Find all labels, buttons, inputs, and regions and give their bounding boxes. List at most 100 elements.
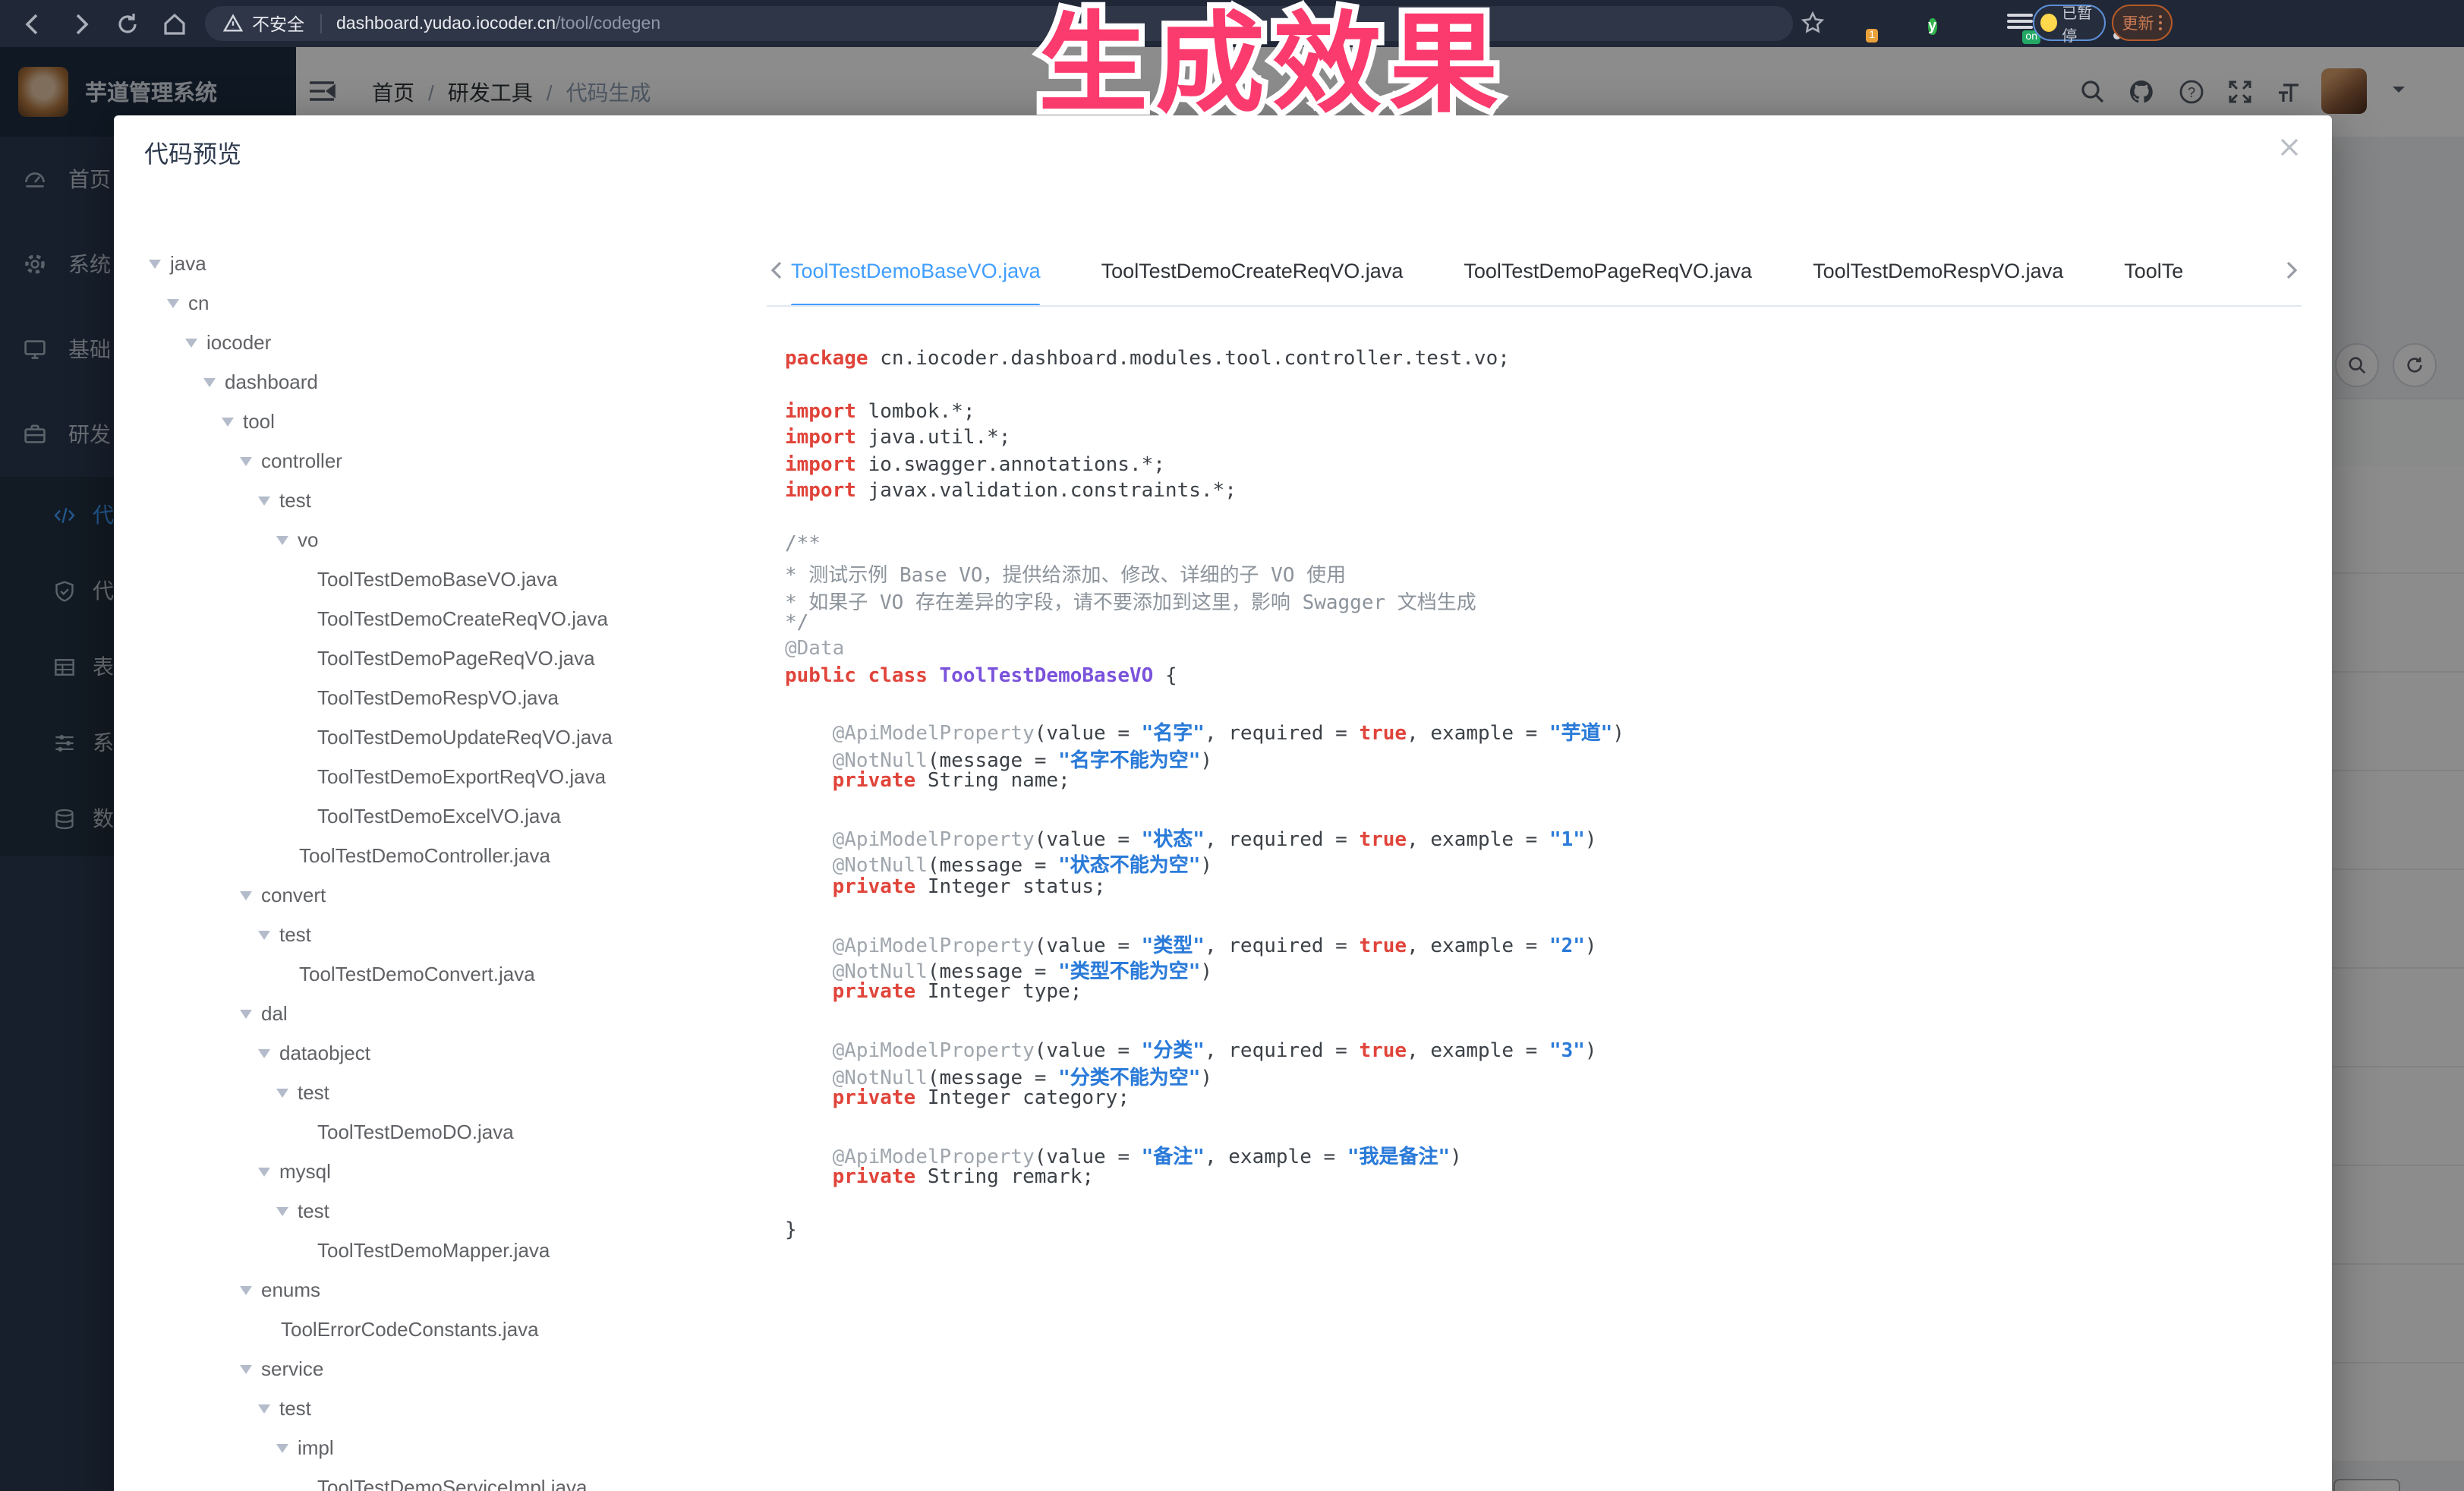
caret-down-icon[interactable] [240, 456, 252, 471]
tree-folder[interactable]: test [144, 1190, 739, 1230]
reload-icon[interactable] [114, 10, 141, 37]
tree-folder[interactable]: mysql [144, 1151, 739, 1190]
home-icon[interactable] [161, 10, 188, 37]
forward-icon[interactable] [67, 10, 94, 37]
tree-folder[interactable]: service [144, 1348, 739, 1388]
caret-down-icon[interactable] [258, 496, 270, 511]
tree-file[interactable]: ToolTestDemoPageReqVO.java [144, 638, 739, 677]
address-bar[interactable]: 不安全 dashboard.yudao.iocoder.cn/tool/code… [205, 6, 1793, 41]
tree-node-label: test [298, 1199, 329, 1221]
code-line: import java.util.*; [785, 427, 2288, 453]
tree-folder[interactable]: test [144, 914, 739, 954]
tree-node-label: ToolTestDemoRespVO.java [317, 686, 559, 708]
code-line: @ApiModelProperty(value = "状态", required… [785, 823, 2288, 850]
paused-extension-badge[interactable]: 已暂停 [2033, 5, 2106, 41]
security-label[interactable]: 不安全 [252, 11, 304, 36]
caret-down-icon[interactable] [258, 1167, 270, 1182]
code-line [785, 1193, 2288, 1219]
browser-update-button[interactable]: 更新 [2112, 5, 2173, 41]
code-line: * 如果子 VO 存在差异的字段，请不要添加到这里，影响 Swagger 文档生… [785, 585, 2288, 612]
file-tab[interactable]: ToolTestDemoCreateReqVO.java [1101, 243, 1404, 307]
tree-file[interactable]: ToolTestDemoCreateReqVO.java [144, 598, 739, 638]
tree-folder[interactable]: cn [144, 282, 739, 322]
tree-node-label: controller [261, 449, 342, 471]
tree-file[interactable]: ToolTestDemoConvert.java [144, 954, 739, 993]
caret-down-icon[interactable] [222, 417, 234, 432]
code-viewer[interactable]: package cn.iocoder.dashboard.modules.too… [785, 348, 2288, 1491]
tree-node-label: ToolTestDemoConvert.java [299, 962, 535, 985]
caret-down-icon[interactable] [203, 377, 216, 392]
app-page: 芋道管理系统 首页/研发工具/代码生成 ? 首页系统基础研发 代代表系数 [0, 47, 2464, 1491]
tree-folder[interactable]: convert [144, 875, 739, 914]
tree-file[interactable]: ToolTestDemoRespVO.java [144, 677, 739, 717]
extension-diamond-icon[interactable] [1969, 11, 1995, 36]
caret-down-icon[interactable] [276, 1206, 288, 1221]
code-line: @NotNull(message = "类型不能为空") [785, 955, 2288, 982]
tabs-bottom-border [767, 305, 2302, 307]
code-line: import io.swagger.annotations.*; [785, 453, 2288, 480]
tree-folder[interactable]: vo [144, 519, 739, 559]
tree-file[interactable]: ToolTestDemoUpdateReqVO.java [144, 717, 739, 756]
tree-folder[interactable]: impl [144, 1427, 739, 1467]
caret-down-icon[interactable] [240, 1364, 252, 1379]
back-icon[interactable] [20, 10, 47, 37]
extensions-puzzle-icon[interactable] [1993, 11, 2019, 36]
extension-drop-icon[interactable] [1887, 11, 1913, 36]
tree-file[interactable]: ToolTestDemoMapper.java [144, 1230, 739, 1269]
tree-folder[interactable]: java [144, 243, 739, 282]
tree-folder[interactable]: test [144, 480, 739, 519]
tree-file[interactable]: ToolTestDemoExcelVO.java [144, 796, 739, 835]
tree-folder[interactable]: tool [144, 401, 739, 440]
caret-down-icon[interactable] [167, 298, 179, 314]
tabs-scroll-right-icon[interactable] [2280, 260, 2302, 281]
caret-down-icon[interactable] [240, 1285, 252, 1300]
caret-down-icon[interactable] [258, 1048, 270, 1064]
tree-node-label: enums [261, 1278, 320, 1300]
close-icon[interactable] [2277, 135, 2302, 159]
file-tab[interactable]: ToolTestDemoBaseVO.java [791, 243, 1041, 307]
tree-folder[interactable]: dashboard [144, 361, 739, 401]
tree-file[interactable]: ToolTestDemoBaseVO.java [144, 559, 739, 598]
tree-folder[interactable]: iocoder [144, 322, 739, 361]
caret-down-icon[interactable] [185, 338, 197, 353]
caret-down-icon[interactable] [276, 535, 288, 550]
tabs-scroll-left-icon[interactable] [767, 260, 788, 281]
extension-orange-icon[interactable]: 1 [1846, 11, 1872, 36]
file-tab[interactable]: ToolTestDemoPageReqVO.java [1464, 243, 1752, 307]
tree-file[interactable]: ToolTestDemoExportReqVO.java [144, 756, 739, 796]
file-tab[interactable]: ToolTe [2124, 243, 2183, 307]
tree-file[interactable]: ToolTestDemoServiceImpl.java [144, 1467, 739, 1491]
tree-file[interactable]: ToolErrorCodeConstants.java [144, 1309, 739, 1348]
tree-folder[interactable]: dal [144, 993, 739, 1032]
caret-down-icon[interactable] [149, 259, 161, 274]
tree-file[interactable]: ToolTestDemoController.java [144, 835, 739, 875]
tree-node-label: ToolTestDemoDO.java [317, 1120, 514, 1143]
tree-file[interactable]: ToolTestDemoDO.java [144, 1111, 739, 1151]
tree-node-label: ToolTestDemoController.java [299, 843, 550, 866]
tree-node-label: ToolErrorCodeConstants.java [281, 1317, 539, 1340]
tree-folder[interactable]: dataobject [144, 1032, 739, 1072]
bookmark-star-icon[interactable] [1801, 11, 1825, 35]
tree-node-label: cn [188, 291, 209, 314]
tree-node-label: vo [298, 528, 318, 550]
tree-node-label: mysql [279, 1159, 331, 1182]
tree-node-label: dal [261, 1001, 288, 1024]
menu-dots-icon [2159, 13, 2163, 33]
code-line: private Integer status; [785, 876, 2288, 903]
caret-down-icon[interactable] [258, 1404, 270, 1419]
caret-down-icon[interactable] [258, 930, 270, 945]
tree-folder[interactable]: controller [144, 440, 739, 480]
caret-down-icon[interactable] [276, 1443, 288, 1458]
caret-down-icon[interactable] [240, 891, 252, 906]
dialog-title: 代码预览 [144, 134, 241, 170]
caret-down-icon[interactable] [240, 1009, 252, 1024]
extension-green-icon[interactable]: y [1928, 11, 1954, 36]
file-tab[interactable]: ToolTestDemoRespVO.java [1813, 243, 2063, 307]
url-host: dashboard.yudao.iocoder.cn [336, 14, 556, 33]
code-line: private Integer type; [785, 982, 2288, 1008]
tree-node-label: service [261, 1357, 323, 1379]
tree-folder[interactable]: test [144, 1072, 739, 1111]
tree-folder[interactable]: enums [144, 1269, 739, 1309]
caret-down-icon[interactable] [276, 1088, 288, 1103]
tree-folder[interactable]: test [144, 1388, 739, 1427]
